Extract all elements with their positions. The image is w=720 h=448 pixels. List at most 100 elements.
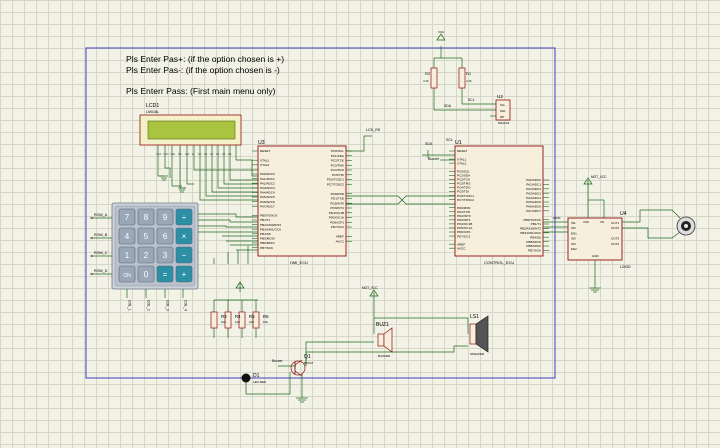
resistor-r3[interactable]	[210, 311, 218, 329]
u3l-pin-7: PA2/ADC2	[260, 181, 275, 185]
key-4[interactable]: 4	[118, 227, 136, 245]
resistor-r2[interactable]	[430, 67, 438, 89]
lcd-display[interactable]: LCD1 LM016L VSS VDD VEE RS RW E D0 D1 D2 D3 D4 D…	[139, 103, 242, 157]
key-6[interactable]: 6	[156, 227, 174, 245]
u1-name: CONTROL_ECU	[484, 260, 514, 265]
svg-text:D1: D1	[204, 152, 208, 156]
key-label: −	[182, 251, 187, 260]
u4-pin-r-3: OUT3	[611, 237, 619, 241]
svg-text:VDD: VDD	[163, 152, 169, 156]
buzzer-wiring	[245, 292, 469, 403]
key-10[interactable]: 3	[156, 246, 174, 264]
keypad-row-labels: ROW_A ROW_B ROW_C ROW_D	[91, 213, 108, 275]
transistor-q1[interactable]: Q1 BC547	[290, 354, 314, 377]
buzzer-buz1[interactable]: BUZ1 BUZZER	[376, 322, 393, 358]
key-5[interactable]: 5	[137, 227, 155, 245]
key-label: 6	[163, 232, 168, 241]
svg-text:D0: D0	[198, 152, 202, 156]
u1r-pin-14: PB5/MOSI	[526, 240, 541, 244]
key-label: 1	[125, 251, 130, 260]
ls1-ref: LS1	[470, 314, 479, 320]
key-label: 4	[125, 232, 130, 241]
svg-text:D2: D2	[210, 152, 214, 156]
key-0[interactable]: 7	[118, 208, 136, 226]
u3r-pin-7: PC7/TOSC2	[327, 182, 344, 186]
u3r-pin-4: PC4/TDO	[331, 168, 345, 172]
d1-ref: D1	[253, 373, 260, 379]
schematic-drawing: LCD1 LM016L VSS VDD VEE RS RW E D0 D1 D2 D3 D4 D…	[85, 30, 696, 403]
key-7[interactable]: ×	[175, 227, 193, 245]
eeprom-u2[interactable]: U2 M24C16 SCL SDA WP	[495, 94, 511, 125]
u3r-pin-3: PC3/TMS	[331, 163, 344, 167]
u1r-pin-5: PA5/ADC5	[526, 200, 541, 204]
u1r-pin-12: PB3/AIN1/OC0	[520, 231, 541, 235]
u1r-pin-6: PA6/ADC6	[526, 205, 541, 209]
key-14[interactable]: =	[156, 265, 174, 283]
resistor-r1[interactable]	[458, 67, 466, 89]
u3r-pin-1: PC1/SDA	[331, 154, 345, 158]
u4-ref: U4	[620, 211, 627, 217]
svg-text:VEE: VEE	[170, 152, 175, 156]
svg-text:RS: RS	[178, 152, 182, 156]
u1r-pin-0: PA0/ADC0	[526, 178, 541, 182]
u3r-pin-19: AVCC	[336, 239, 345, 243]
net-buzzer-q1: Buzzer	[272, 359, 283, 363]
key-label: 8	[144, 213, 149, 222]
u3r-pin-18: AREF	[336, 235, 344, 239]
ls1-part: SPEAKER	[470, 352, 485, 356]
lcd-part: LM016L	[146, 110, 159, 114]
dc-motor[interactable]	[676, 216, 696, 236]
svg-text:RW: RW	[185, 152, 190, 156]
u4-pin-r-4: OUT4	[611, 242, 619, 246]
u3l-pin-19: PB5/MOSI	[260, 237, 275, 241]
key-label: ×	[182, 232, 187, 241]
svg-text:D5: D5	[228, 152, 232, 156]
r-bottom-value-2: 10k	[249, 320, 254, 324]
key-13[interactable]: 0	[137, 265, 155, 283]
key-11[interactable]: −	[175, 246, 193, 264]
u1-ref: U1	[455, 140, 462, 146]
u1r-pin-16: PB7/SCK	[528, 249, 542, 253]
u3l-pin-11: PA6/ADC6	[260, 200, 275, 204]
u1l-pin-12: PC7/TOSC2	[457, 198, 474, 202]
r-bottom-ref-3: R6	[263, 314, 269, 319]
key-3[interactable]: ÷	[175, 208, 193, 226]
lcd-screen	[147, 120, 236, 140]
net-sda-top: SDA	[444, 104, 452, 108]
key-2[interactable]: 9	[156, 208, 174, 226]
u3l-pin-20: PB6/MISO	[260, 241, 275, 245]
key-9[interactable]: 2	[137, 246, 155, 264]
net-lcd-rs: LCD_RS	[366, 128, 381, 132]
u2-pin-scl: SCL	[500, 103, 506, 107]
u3r-pin-9: PD0/RXD	[331, 192, 345, 196]
u3l-pin-17: PB3/AIN1/OC0	[260, 227, 281, 231]
u1l-pin-0: RESET	[457, 149, 467, 153]
u3r-pin-5: PC5/TDI	[332, 173, 344, 177]
key-1[interactable]: 8	[137, 208, 155, 226]
key-label: ÷	[182, 213, 187, 222]
row-label-3: ROW_D	[94, 269, 108, 273]
u4-pin-l-5: EN2	[571, 247, 577, 251]
speaker-ls1[interactable]: LS1 SPEAKER	[469, 314, 489, 356]
key-label: 9	[163, 213, 168, 222]
r2-value: 4.7k	[423, 79, 429, 83]
u3l-pin-3: XTAL2	[260, 163, 270, 167]
u4-pin-l-0: IN1	[571, 221, 576, 225]
key-15[interactable]: +	[175, 265, 193, 283]
r1-value: 4.7k	[466, 79, 472, 83]
u3r-pin-6: PC6/TOSC1	[327, 178, 344, 182]
net-scl-top: SCL	[468, 98, 475, 102]
u3l-pin-15: PB1/T1	[260, 218, 271, 222]
q1-ref: Q1	[304, 354, 311, 360]
col-label-1: COL_2	[147, 300, 151, 311]
u1r-pin-13: PB4/SS	[530, 235, 541, 239]
key-8[interactable]: 1	[118, 246, 136, 264]
pulldown-wiring	[213, 246, 258, 338]
net-sda: SDA	[425, 142, 433, 146]
u4-pin-r-0: OUT1	[611, 221, 619, 225]
net-scl: SCL	[446, 138, 453, 142]
u3l-pin-21: PB7/SCK	[260, 246, 274, 250]
row-label-0: ROW_A	[94, 213, 108, 217]
key-12[interactable]: ON	[118, 265, 136, 283]
uart-wiring	[346, 135, 455, 205]
